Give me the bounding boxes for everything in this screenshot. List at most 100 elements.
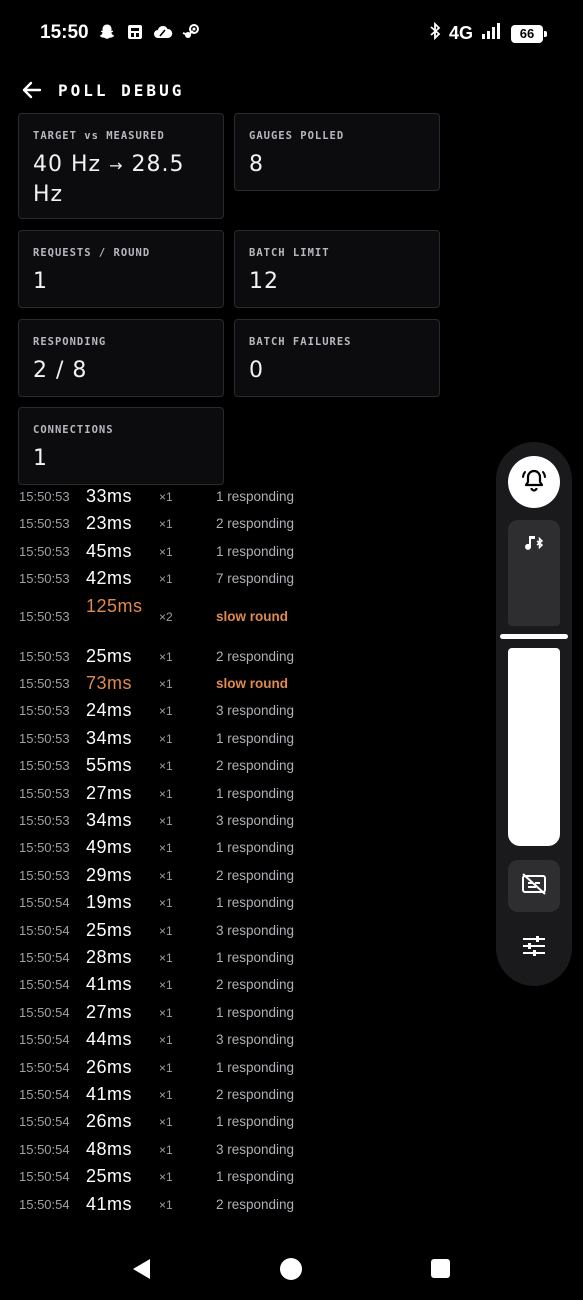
log-row: 15:50:53 24ms ×1 3 responding <box>0 697 480 724</box>
target-hz: 40 Hz <box>33 152 102 177</box>
log-status: 3 responding <box>216 1032 295 1048</box>
cloud-icon <box>153 22 173 42</box>
arrow-glyph: → <box>109 156 124 175</box>
log-row: 15:50:54 41ms ×1 2 responding <box>0 971 480 998</box>
log-status: 2 responding <box>216 516 295 532</box>
poll-log-list[interactable]: 15:50:53 33ms ×1 1 responding 15:50:53 23ms ×1… <box>0 488 480 1228</box>
connections-card: CONNECTIONS 1 <box>18 407 224 485</box>
log-row: 15:50:54 26ms ×1 1 responding <box>0 1108 480 1135</box>
volume-panel <box>496 442 572 986</box>
log-status: 3 responding <box>216 813 295 828</box>
log-status: 1 responding <box>216 895 295 911</box>
log-duration: 34ms <box>86 810 133 830</box>
log-multiplier: ×1 <box>159 1033 173 1048</box>
log-duration: 42ms <box>86 568 133 589</box>
card-label: REQUESTS / ROUND <box>33 247 151 259</box>
log-status: 1 responding <box>216 785 295 801</box>
log-row: 15:50:53 73ms ×1 slow round <box>0 670 480 697</box>
log-multiplier: ×1 <box>159 814 173 828</box>
log-duration: 26ms <box>86 1111 133 1132</box>
log-row: 15:50:53 25ms ×1 2 responding <box>0 643 480 670</box>
log-time: 15:50:54 <box>19 1004 70 1020</box>
log-multiplier: ×1 <box>159 1170 173 1185</box>
log-time: 15:50:54 <box>19 1114 70 1130</box>
log-duration: 23ms <box>86 513 133 534</box>
log-row: 15:50:53 125ms ×2 slow round <box>0 593 480 641</box>
log-row: 15:50:53 55ms ×1 2 responding <box>0 752 480 779</box>
nav-home-icon[interactable] <box>280 1258 302 1280</box>
card-value: 1 <box>33 446 48 471</box>
log-duration: 25ms <box>86 645 133 666</box>
card-value: 40 Hz → 28.5 Hz <box>33 150 213 209</box>
nav-recents-icon[interactable] <box>431 1259 450 1278</box>
log-multiplier: ×1 <box>159 1115 173 1130</box>
log-duration: 48ms <box>86 1138 133 1159</box>
card-value: 2 / 8 <box>33 358 88 383</box>
log-multiplier: ×1 <box>159 544 173 559</box>
log-status: 2 responding <box>216 758 295 774</box>
log-status: slow round <box>216 608 288 624</box>
log-time: 15:50:54 <box>19 1087 70 1102</box>
ring-volume-slider[interactable] <box>508 648 560 846</box>
log-time: 15:50:53 <box>19 730 70 746</box>
log-time: 15:50:53 <box>19 608 70 624</box>
log-status: 1 responding <box>216 1059 295 1075</box>
log-time: 15:50:53 <box>19 543 70 559</box>
notification-icons <box>97 22 201 42</box>
log-duration: 45ms <box>86 540 133 561</box>
log-time: 15:50:54 <box>19 922 70 938</box>
card-label: CONNECTIONS <box>33 424 114 436</box>
requests-round-card: REQUESTS / ROUND 1 <box>18 230 224 308</box>
log-time: 15:50:53 <box>19 703 70 719</box>
back-arrow-icon[interactable] <box>20 78 44 102</box>
log-row: 15:50:54 25ms ×1 3 responding <box>0 917 480 944</box>
card-label: BATCH FAILURES <box>249 336 352 348</box>
log-duration: 28ms <box>86 947 133 967</box>
log-time: 15:50:54 <box>19 1196 70 1212</box>
log-multiplier: ×1 <box>159 868 173 883</box>
log-duration: 27ms <box>86 1001 133 1022</box>
log-status: 7 responding <box>216 571 295 587</box>
log-multiplier: ×1 <box>159 978 173 993</box>
steam-icon <box>181 22 201 42</box>
log-time: 15:50:53 <box>19 571 70 587</box>
captions-off-icon <box>520 872 548 901</box>
log-duration: 26ms <box>86 1056 133 1077</box>
card-label: GAUGES POLLED <box>249 130 345 142</box>
signal-icon <box>481 22 503 45</box>
equalizer-icon <box>521 934 547 963</box>
log-status: 3 responding <box>216 922 295 938</box>
status-bar: 15:50 4G 66 <box>0 0 583 66</box>
log-row: 15:50:54 41ms ×1 2 responding <box>0 1191 480 1218</box>
log-time: 15:50:54 <box>19 1169 70 1185</box>
log-time: 15:50:53 <box>19 867 70 883</box>
log-status: 3 responding <box>216 1141 295 1157</box>
log-row: 15:50:53 23ms ×1 2 responding <box>0 510 480 537</box>
ringer-button[interactable] <box>508 456 560 508</box>
live-caption-button[interactable] <box>508 860 560 912</box>
log-status: 1 responding <box>216 1169 295 1185</box>
log-duration: 41ms <box>86 1193 133 1214</box>
log-duration: 41ms <box>86 974 133 995</box>
log-duration: 34ms <box>86 727 133 748</box>
log-status: 2 responding <box>216 867 295 883</box>
sound-settings-button[interactable] <box>508 922 560 974</box>
bluetooth-music-icon <box>522 532 546 561</box>
log-time: 15:50:53 <box>19 758 70 774</box>
log-duration: 27ms <box>86 782 133 803</box>
log-multiplier: ×1 <box>159 923 173 938</box>
nav-back-icon[interactable] <box>130 1257 152 1286</box>
media-volume-slider[interactable] <box>508 520 560 626</box>
log-row: 15:50:53 34ms ×1 3 responding <box>0 807 480 834</box>
log-multiplier: ×1 <box>159 841 173 856</box>
navigation-bar <box>0 1240 583 1300</box>
batch-failures-card: BATCH FAILURES 0 <box>234 319 440 397</box>
app-header: POLL DEBUG <box>20 78 184 102</box>
target-measured-card: TARGET vs MEASURED 40 Hz → 28.5 Hz <box>18 113 224 219</box>
snapchat-icon <box>97 22 117 42</box>
slider-divider <box>500 634 568 639</box>
log-multiplier: ×1 <box>159 1005 173 1020</box>
status-right-icons: 4G 66 <box>429 21 547 45</box>
log-multiplier: ×1 <box>159 677 173 691</box>
log-time: 15:50:53 <box>19 489 70 504</box>
